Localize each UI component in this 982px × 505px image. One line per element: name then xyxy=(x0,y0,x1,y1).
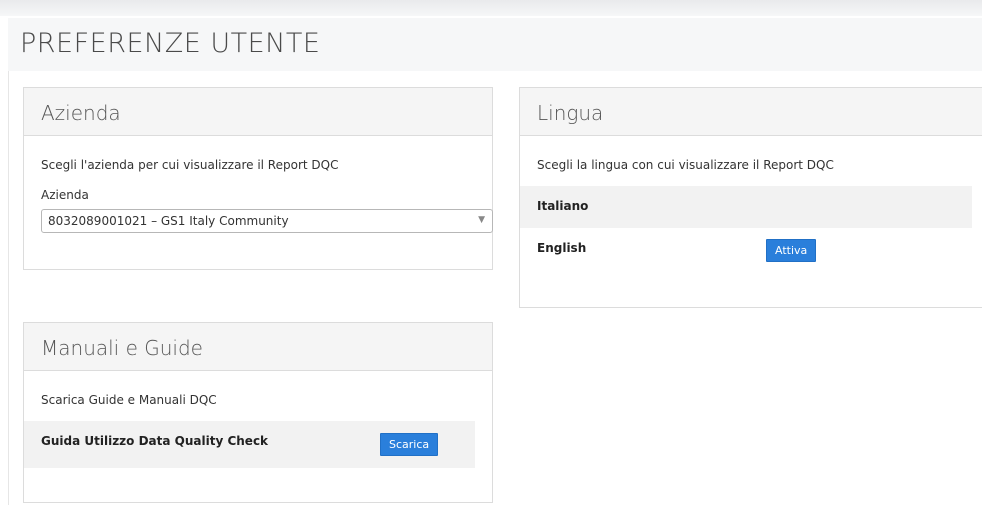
azienda-field-label: Azienda xyxy=(41,188,89,202)
guide-name: Guida Utilizzo Data Quality Check xyxy=(41,434,269,448)
azienda-select[interactable]: 8032089001021 – GS1 Italy Community ▼ xyxy=(41,209,493,233)
azienda-description: Scegli l'azienda per cui visualizzare il… xyxy=(41,158,339,172)
language-name: Italiano xyxy=(537,199,589,213)
page-title: PREFERENZE UTENTE xyxy=(20,28,321,59)
lingua-panel-body: Scegli la lingua con cui visualizzare il… xyxy=(520,136,982,270)
page-header: PREFERENZE UTENTE xyxy=(8,18,982,71)
activate-language-button[interactable]: Attiva xyxy=(766,239,817,262)
guide-row: Guida Utilizzo Data Quality Check Scaric… xyxy=(24,421,475,468)
azienda-panel: Azienda Scegli l'azienda per cui visuali… xyxy=(23,87,493,270)
language-row-italiano: Italiano xyxy=(520,186,972,228)
manuali-panel-body: Scarica Guide e Manuali DQC Guida Utiliz… xyxy=(24,371,492,468)
download-button[interactable]: Scarica xyxy=(380,433,439,456)
language-name: English xyxy=(537,241,587,255)
azienda-panel-body: Scegli l'azienda per cui visualizzare il… xyxy=(24,136,493,233)
azienda-panel-heading: Azienda xyxy=(24,88,492,136)
manuali-description: Scarica Guide e Manuali DQC xyxy=(41,393,217,407)
manuali-panel-heading: Manuali e Guide xyxy=(24,323,492,371)
lingua-panel-heading: Lingua xyxy=(520,88,982,136)
lingua-panel: Lingua Scegli la lingua con cui visualiz… xyxy=(519,87,982,308)
top-shadow xyxy=(0,0,982,16)
caret-down-icon: ▼ xyxy=(478,215,485,225)
left-divider xyxy=(8,71,9,505)
azienda-select-value: 8032089001021 – GS1 Italy Community xyxy=(48,214,289,228)
manuali-panel: Manuali e Guide Scarica Guide e Manuali … xyxy=(23,322,493,503)
language-row-english: English Attiva xyxy=(520,228,972,270)
lingua-description: Scegli la lingua con cui visualizzare il… xyxy=(537,158,834,172)
